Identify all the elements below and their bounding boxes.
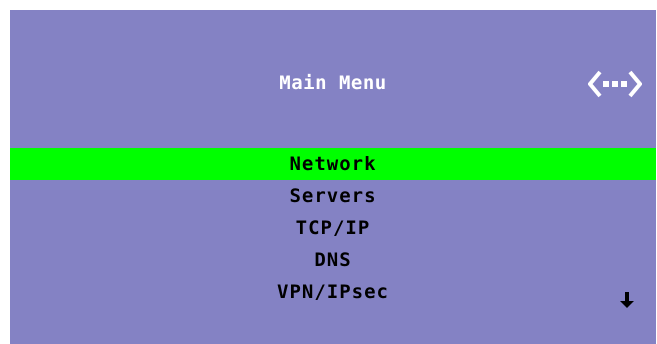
arrow-down-icon <box>620 292 634 308</box>
menu-item-dns[interactable]: DNS <box>10 244 656 276</box>
menu-title: Main Menu <box>279 72 387 94</box>
menu-item-tcp-ip[interactable]: TCP/IP <box>10 212 656 244</box>
menu-item-network[interactable]: Network <box>10 148 656 180</box>
lcd-screen: Main Menu Network Servers TCP/IP DNS VPN… <box>10 10 656 344</box>
menu-item-vpn-ipsec[interactable]: VPN/IPsec <box>10 276 656 308</box>
network-icon <box>588 70 642 98</box>
main-menu-list: Network Servers TCP/IP DNS VPN/IPsec <box>10 148 656 308</box>
menu-item-servers[interactable]: Servers <box>10 180 656 212</box>
